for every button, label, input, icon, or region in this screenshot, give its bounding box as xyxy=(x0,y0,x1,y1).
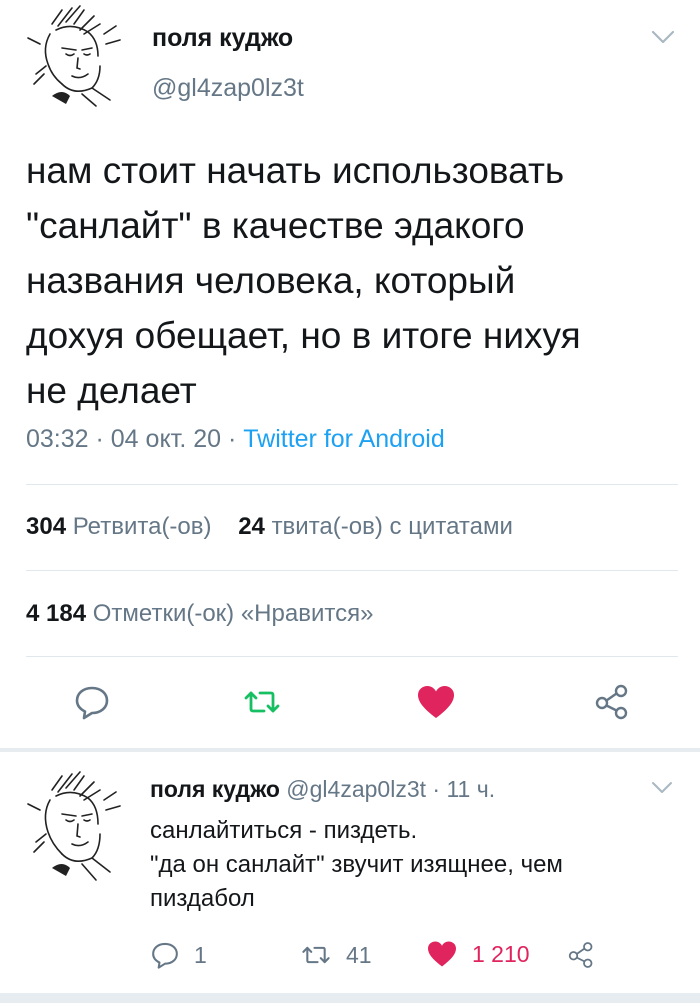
divider xyxy=(26,570,678,571)
tweet-time: 03:32 xyxy=(26,425,89,453)
reply-text-line: санлайтиться - пиздеть. xyxy=(150,817,418,844)
tweet-meta: 03:32 · 04 окт. 20 · Twitter for Android xyxy=(26,425,445,454)
like-count: 1 210 xyxy=(472,940,530,967)
chevron-down-icon[interactable] xyxy=(650,28,676,46)
share-button[interactable] xyxy=(590,680,634,724)
tweet-text-line: дохуя обещает, но в итоге нихуя xyxy=(26,315,581,356)
avatar-drawing-icon xyxy=(27,5,121,107)
avatar-drawing-icon xyxy=(27,771,121,881)
quotes-count: 24 xyxy=(238,513,265,540)
meta-separator: · xyxy=(221,425,244,453)
retweet-button[interactable] xyxy=(240,680,284,724)
reply-button[interactable] xyxy=(70,680,114,724)
avatar[interactable] xyxy=(22,766,132,884)
tweet-actions xyxy=(0,680,700,730)
retweet-stats[interactable]: 304 Ретвита(-ов) 24 твита(-ов) с цитатам… xyxy=(26,513,513,541)
display-name[interactable]: поля куджо xyxy=(150,776,280,802)
display-name[interactable]: поля куджо xyxy=(152,24,293,53)
reply-text: санлайтиться - пиздеть. "да он санлайт" … xyxy=(150,814,680,916)
heart-icon xyxy=(418,686,454,718)
retweets-count: 304 xyxy=(26,513,67,540)
tweet-date: 04 окт. 20 xyxy=(110,425,222,453)
like-button[interactable] xyxy=(414,680,458,724)
user-handle[interactable]: @gl4zap0lz3t xyxy=(152,74,304,103)
reply-bubble-icon xyxy=(75,686,109,720)
retweets-label: Ретвита(-ов) xyxy=(72,513,212,540)
like-button[interactable]: 1 210 xyxy=(426,940,530,968)
reply-text-line: пиздабол xyxy=(150,885,255,912)
retweet-icon xyxy=(244,691,280,713)
reply-button[interactable]: 1 xyxy=(150,940,207,970)
reply-count: 1 xyxy=(194,941,207,968)
bottom-separator xyxy=(0,993,700,1003)
reply-tweet[interactable]: поля куджо @gl4zap0lz3t · 11 ч. санлайти… xyxy=(0,752,700,1003)
reply-text-line: "да он санлайт" звучит изящнее, чем xyxy=(150,851,563,878)
reply-age: 11 ч. xyxy=(446,776,496,802)
likes-label: Отметки(-ок) «Нравится» xyxy=(92,600,374,627)
tweet-source-link[interactable]: Twitter for Android xyxy=(243,425,444,453)
reply-header: поля куджо @gl4zap0lz3t · 11 ч. xyxy=(150,776,495,803)
share-button[interactable] xyxy=(566,940,596,970)
meta-separator: · xyxy=(88,425,111,453)
retweet-icon xyxy=(302,946,330,964)
chevron-down-icon[interactable] xyxy=(650,780,674,796)
tweet-text-line: не делает xyxy=(26,370,197,411)
tweet-text-line: нам стоит начать использовать xyxy=(26,150,565,191)
retweet-button[interactable]: 41 xyxy=(300,940,372,970)
reply-actions: 1 41 1 210 xyxy=(0,940,700,980)
heart-icon xyxy=(428,941,456,967)
user-handle[interactable]: @gl4zap0lz3t xyxy=(286,776,426,802)
likes-count: 4 184 xyxy=(26,600,87,627)
divider xyxy=(26,484,678,485)
avatar[interactable] xyxy=(22,4,132,108)
share-icon xyxy=(568,942,593,968)
tweet-text-line: "санлайт" в качестве эдакого xyxy=(26,205,525,246)
retweet-count: 41 xyxy=(346,941,372,968)
share-icon xyxy=(595,684,628,720)
likes-stats[interactable]: 4 184 Отметки(-ок) «Нравится» xyxy=(26,600,373,628)
meta-separator: · xyxy=(426,776,447,802)
tweet-text-line: названия человека, который xyxy=(26,260,516,301)
reply-bubble-icon xyxy=(152,942,178,969)
divider xyxy=(26,656,678,657)
quotes-label: твита(-ов) с цитатами xyxy=(271,513,513,540)
tweet-text: нам стоит начать использовать "санлайт" … xyxy=(26,143,686,418)
